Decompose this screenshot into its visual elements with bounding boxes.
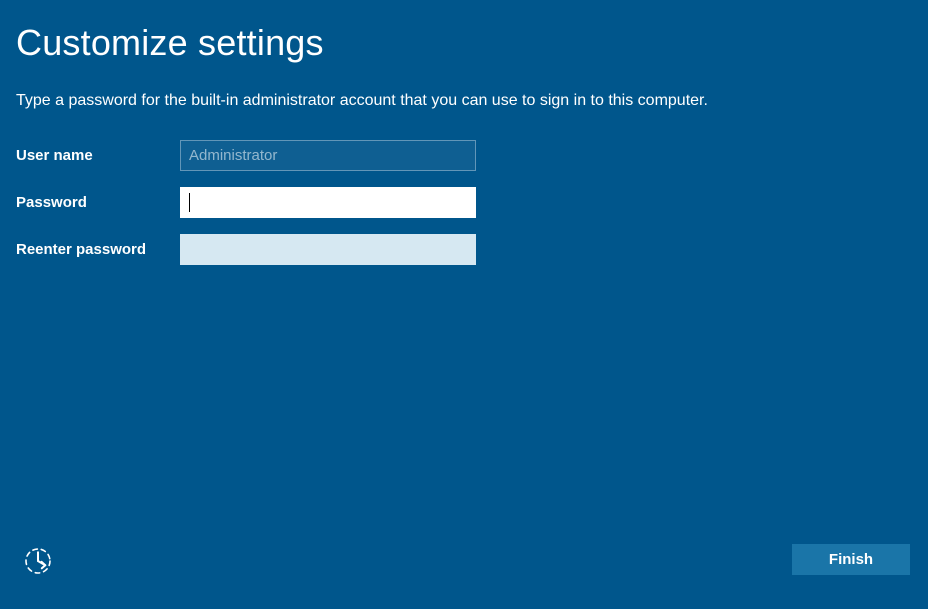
password-row: Password: [16, 187, 928, 218]
instruction-text: Type a password for the built-in adminis…: [0, 64, 928, 110]
finish-button[interactable]: Finish: [792, 544, 910, 575]
bottom-bar: Finish: [0, 539, 928, 579]
reenter-password-label: Reenter password: [16, 241, 180, 258]
ease-of-access-button[interactable]: [20, 543, 56, 579]
text-caret: [189, 193, 190, 212]
ease-of-access-icon: [21, 544, 55, 578]
password-field-wrapper: [180, 187, 476, 218]
page-title: Customize settings: [0, 0, 928, 64]
reenter-password-row: Reenter password: [16, 234, 928, 265]
reenter-password-field[interactable]: [180, 234, 476, 265]
password-field[interactable]: [180, 187, 476, 218]
username-row: User name: [16, 140, 928, 171]
username-label: User name: [16, 147, 180, 164]
username-field: [180, 140, 476, 171]
password-label: Password: [16, 194, 180, 211]
settings-form: User name Password Reenter password: [0, 110, 928, 265]
